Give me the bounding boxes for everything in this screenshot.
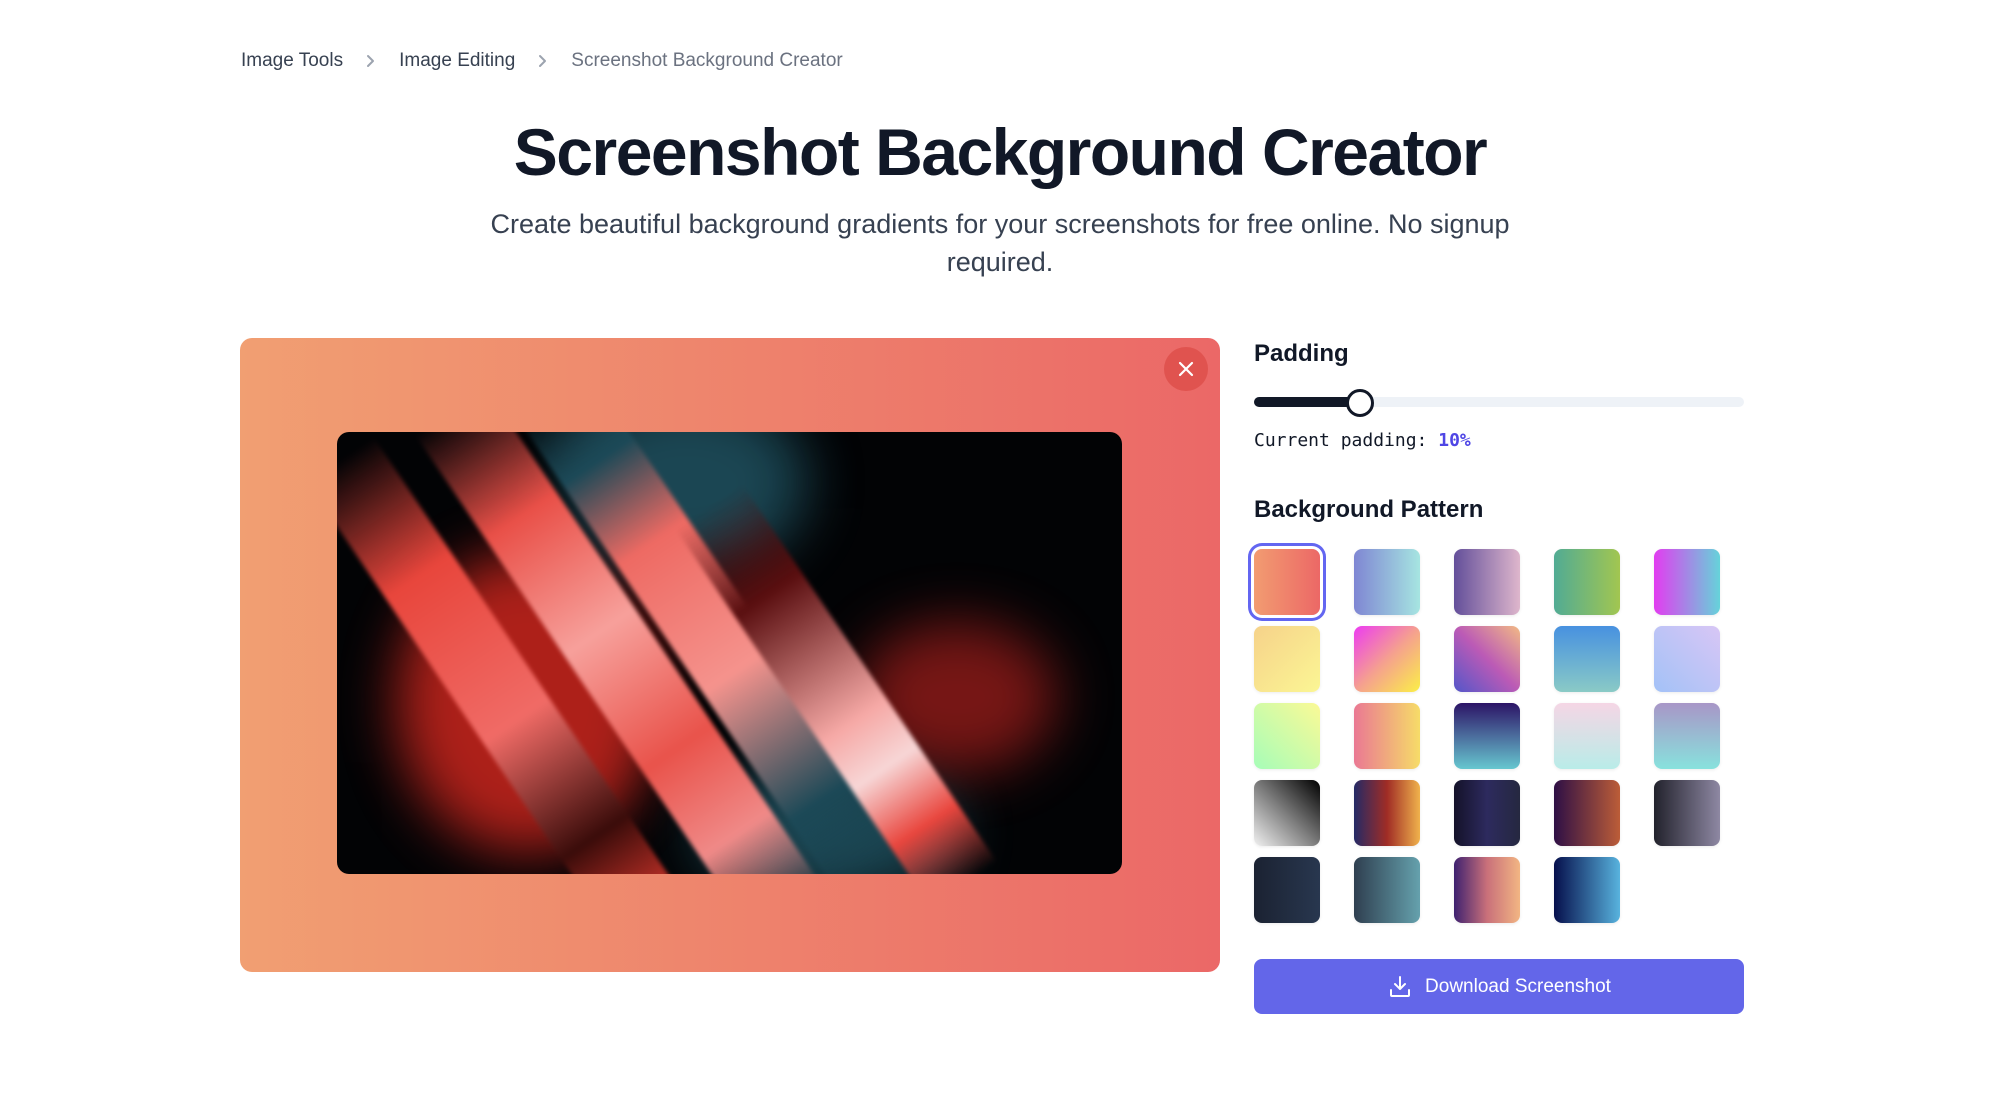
download-button-label: Download Screenshot <box>1425 975 1611 997</box>
padding-readout: Current padding: 10% <box>1254 428 1744 454</box>
background-swatch-17[interactable] <box>1354 780 1420 846</box>
background-swatch-10[interactable] <box>1654 626 1720 692</box>
breadcrumb-current-page: Screenshot Background Creator <box>571 50 843 71</box>
padding-readout-label: Current padding: <box>1254 430 1428 451</box>
screenshot-image <box>337 432 1122 874</box>
background-swatch-7[interactable] <box>1354 626 1420 692</box>
background-swatch-16[interactable] <box>1254 780 1320 846</box>
background-swatch-15[interactable] <box>1654 703 1720 769</box>
swatch-grid <box>1254 549 1744 923</box>
preview-canvas <box>240 338 1220 972</box>
padding-label: Padding <box>1254 340 1349 367</box>
background-swatch-9[interactable] <box>1554 626 1620 692</box>
breadcrumb-image-tools[interactable]: Image Tools <box>241 50 343 72</box>
close-icon <box>1178 361 1194 377</box>
background-swatch-2[interactable] <box>1354 549 1420 615</box>
download-screenshot-button[interactable]: Download Screenshot <box>1254 959 1744 1014</box>
background-swatch-21[interactable] <box>1254 857 1320 923</box>
chevron-right-icon <box>529 50 557 72</box>
background-swatch-14[interactable] <box>1554 703 1620 769</box>
page-title: Screenshot Background Creator <box>513 115 1488 189</box>
background-swatch-24[interactable] <box>1554 857 1620 923</box>
background-swatch-19[interactable] <box>1554 780 1620 846</box>
remove-image-button[interactable] <box>1164 347 1208 391</box>
background-swatch-1[interactable] <box>1254 549 1320 615</box>
slider-fill <box>1254 397 1360 407</box>
background-swatch-12[interactable] <box>1354 703 1420 769</box>
page-subtitle: Create beautiful background gradients fo… <box>490 209 1510 277</box>
background-swatch-13[interactable] <box>1454 703 1520 769</box>
slider-thumb[interactable] <box>1346 389 1375 417</box>
background-swatch-6[interactable] <box>1254 626 1320 692</box>
padding-value: 10% <box>1438 430 1471 451</box>
breadcrumb: Image Tools Image Editing Screenshot Bac… <box>241 48 843 74</box>
background-pattern-label: Background Pattern <box>1254 496 1484 523</box>
background-swatch-8[interactable] <box>1454 626 1520 692</box>
background-swatch-11[interactable] <box>1254 703 1320 769</box>
background-swatch-5[interactable] <box>1654 549 1720 615</box>
download-icon <box>1390 975 1411 997</box>
background-swatch-3[interactable] <box>1454 549 1520 615</box>
breadcrumb-image-editing[interactable]: Image Editing <box>399 50 515 72</box>
chevron-right-icon <box>357 50 385 72</box>
padding-slider[interactable] <box>1254 386 1744 417</box>
background-swatch-20[interactable] <box>1654 780 1720 846</box>
background-swatch-18[interactable] <box>1454 780 1520 846</box>
controls-panel: Padding Current padding: 10% Background … <box>1254 338 1744 1014</box>
background-swatch-23[interactable] <box>1454 857 1520 923</box>
background-swatch-4[interactable] <box>1554 549 1620 615</box>
background-swatch-22[interactable] <box>1354 857 1420 923</box>
